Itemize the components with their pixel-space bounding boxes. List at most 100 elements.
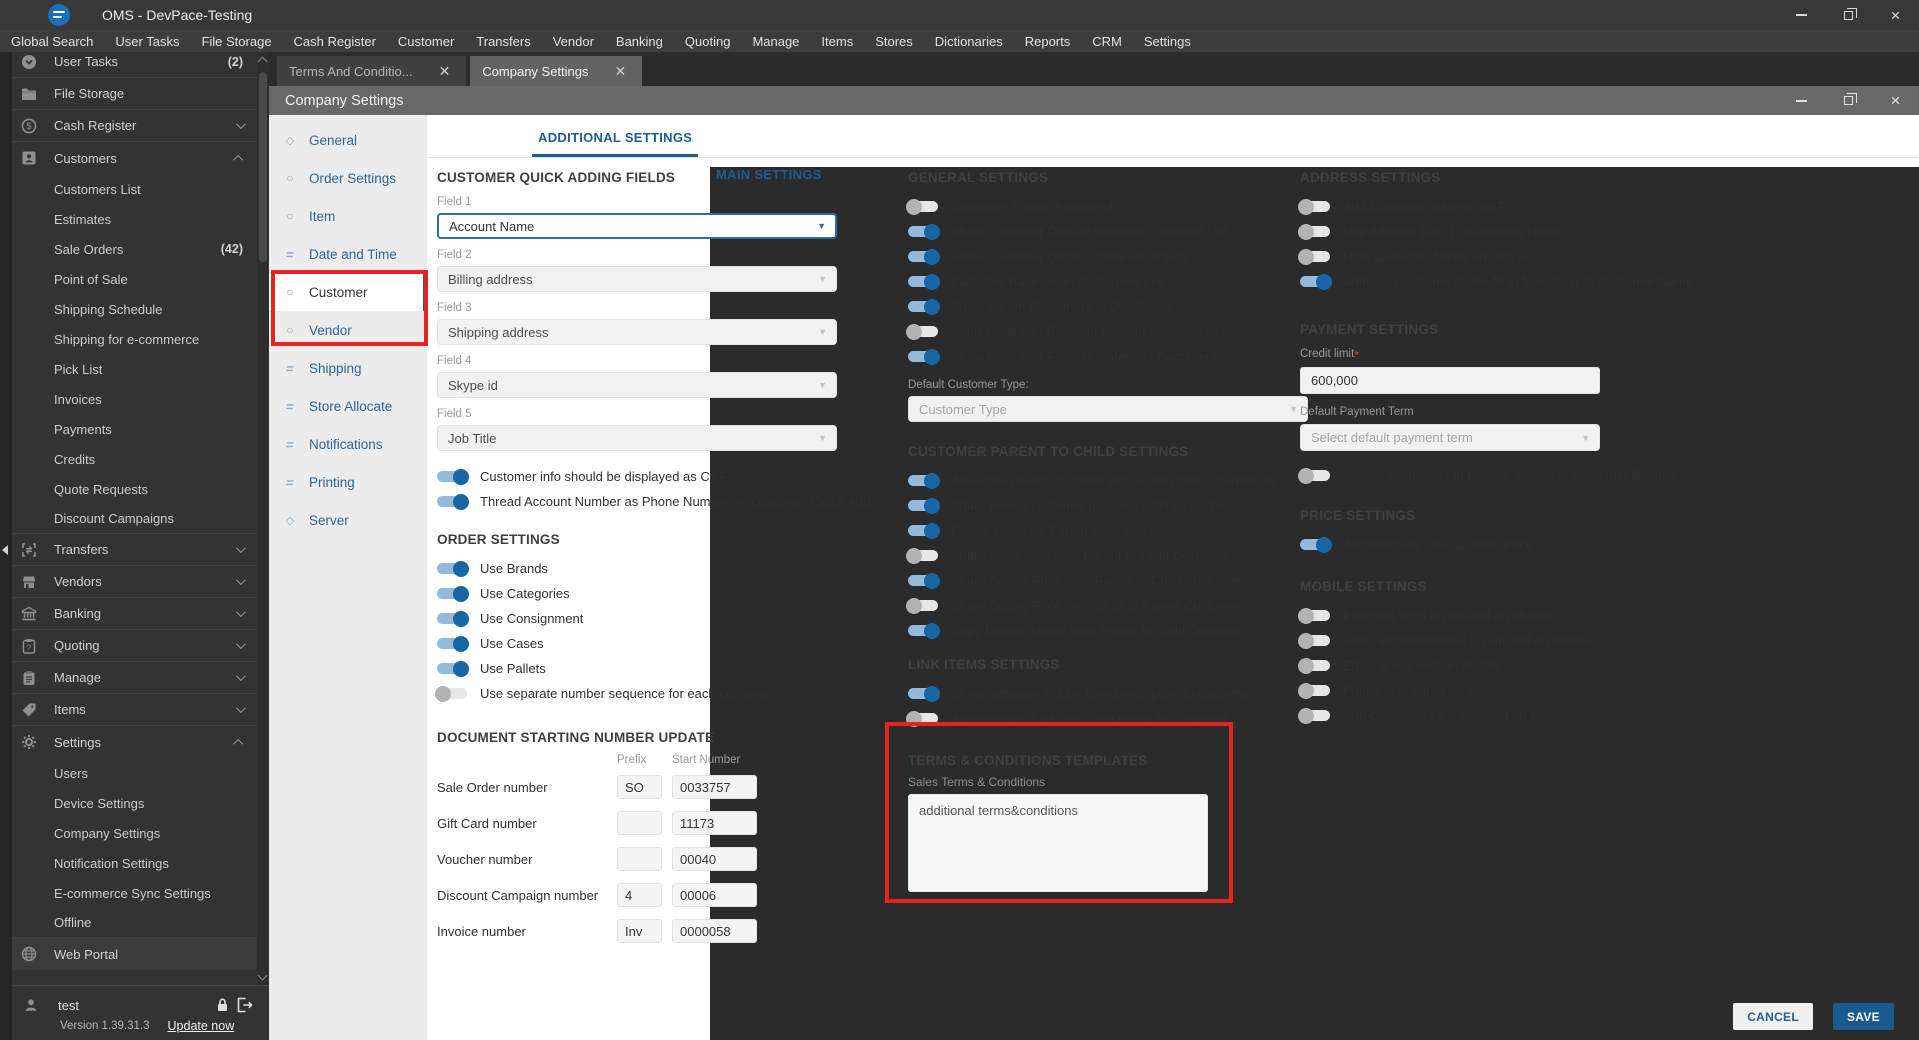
thread-account-number-toggle[interactable]	[437, 493, 469, 510]
sidebar-item-credits[interactable]: Credits	[12, 444, 257, 474]
update-now-link[interactable]: Update now	[168, 1019, 235, 1033]
menu-banking[interactable]: Banking	[605, 34, 674, 49]
tab-terms-and-conditions[interactable]: Terms And Conditio... ✕	[277, 56, 467, 86]
inner-minimize-button[interactable]	[1778, 86, 1825, 115]
sidebar-item-shipping-ecommerce[interactable]: Shipping for e-commerce	[12, 324, 257, 354]
menu-customer[interactable]: Customer	[387, 34, 465, 49]
menu-dictionaries[interactable]: Dictionaries	[924, 34, 1014, 49]
scrollbar-thumb[interactable]	[259, 72, 267, 262]
voucher-prefix-input[interactable]	[617, 847, 662, 871]
close-button[interactable]: ×	[1872, 0, 1919, 30]
field1-dropdown[interactable]: Account Name	[437, 213, 837, 239]
close-tab-icon[interactable]: ✕	[611, 63, 631, 80]
sidebar-item-web-portal[interactable]: Web Portal	[12, 938, 257, 970]
sidebar-item-transfers[interactable]: Transfers	[12, 534, 257, 566]
payment-term-mobile-toggle[interactable]	[1298, 607, 1330, 624]
sidebar-item-users[interactable]: Users	[12, 758, 257, 788]
menu-cash-register[interactable]: Cash Register	[283, 34, 387, 49]
sidebar-item-estimates[interactable]: Estimates	[12, 204, 257, 234]
sidebar-item-company-settings[interactable]: Company Settings	[12, 818, 257, 848]
lock-icon[interactable]	[211, 997, 233, 1013]
settings-nav-vendor[interactable]: ○ Vendor	[269, 311, 427, 349]
voucher-start-input[interactable]	[672, 847, 757, 871]
use-consignment-toggle[interactable]	[437, 610, 469, 627]
sidebar-item-items[interactable]: Items	[12, 694, 257, 726]
use-cases-toggle[interactable]	[437, 635, 469, 652]
email-mobile-toggle[interactable]	[1298, 657, 1330, 674]
sidebar-item-invoices[interactable]: Invoices	[12, 384, 257, 414]
credit-limit-input[interactable]	[1300, 367, 1600, 394]
menu-global-search[interactable]: Global Search	[0, 34, 104, 49]
menu-reports[interactable]: Reports	[1014, 34, 1082, 49]
scroll-down-icon[interactable]	[257, 970, 268, 981]
settings-nav-store-allocate[interactable]: = Store Allocate	[269, 387, 427, 425]
share-payment-settings-toggle[interactable]	[908, 497, 940, 514]
menu-transfers[interactable]: Transfers	[465, 34, 541, 49]
auto-link-description-toggle[interactable]	[906, 710, 938, 727]
sidebar-item-payments[interactable]: Payments	[12, 414, 257, 444]
use-pallets-toggle[interactable]	[437, 660, 469, 677]
sidebar-item-vendors[interactable]: Vendors	[12, 566, 257, 598]
address-line1-name-toggle[interactable]	[1298, 223, 1330, 240]
settings-nav-date-and-time[interactable]: = Date and Time	[269, 235, 427, 273]
sidebar-item-cash-register[interactable]: $ Cash Register	[12, 110, 257, 142]
payment-receipt-email-toggle[interactable]	[906, 323, 938, 340]
copy-display-name-toggle[interactable]	[908, 622, 940, 639]
sidebar-item-sale-orders[interactable]: Sale Orders (42)	[12, 234, 257, 264]
scroll-up-icon[interactable]	[257, 56, 268, 67]
sidebar-item-notification-settings[interactable]: Notification Settings	[12, 848, 257, 878]
share-selling-price-child-toggle[interactable]	[906, 597, 938, 614]
sales-rep-mobile-toggle[interactable]	[1298, 632, 1330, 649]
address-name-fill-toggle[interactable]	[1300, 273, 1332, 290]
hide-customer-name-toggle[interactable]	[1298, 248, 1330, 265]
settings-nav-notifications[interactable]: = Notifications	[269, 425, 427, 463]
cancel-button[interactable]: CANCEL	[1733, 1003, 1813, 1030]
create-order-parent-toggle[interactable]	[908, 522, 940, 539]
restore-button[interactable]	[1825, 0, 1872, 30]
display-name-orders-toggle[interactable]	[908, 248, 940, 265]
tab-company-settings[interactable]: Company Settings ✕	[470, 56, 643, 86]
sidebar-item-customers-list[interactable]: Customers List	[12, 174, 257, 204]
menu-vendor[interactable]: Vendor	[542, 34, 605, 49]
sub-customer-mobile-toggle[interactable]	[1298, 707, 1330, 724]
sales-terms-textarea[interactable]: additional terms&conditions	[908, 794, 1208, 892]
settings-nav-general[interactable]: ◇ General	[269, 121, 427, 159]
sidebar-item-quoting[interactable]: ? Quoting	[12, 630, 257, 662]
customer-po-statement-toggle[interactable]	[908, 348, 940, 365]
sale-order-start-input[interactable]	[672, 775, 757, 799]
menu-user-tasks[interactable]: User Tasks	[104, 34, 190, 49]
gift-card-prefix-input[interactable]	[617, 811, 662, 835]
collapse-sidebar-icon[interactable]	[2, 545, 8, 555]
discount-campaign-prefix-input[interactable]	[617, 883, 662, 907]
settings-nav-item[interactable]: ○ Item	[269, 197, 427, 235]
invoice-start-input[interactable]	[672, 919, 757, 943]
sidebar-item-quote-requests[interactable]: Quote Requests	[12, 474, 257, 504]
settings-nav-server[interactable]: ◇ Server	[269, 501, 427, 539]
sidebar-item-customers[interactable]: Customers	[12, 142, 257, 174]
parent-customers-dropdown-toggle[interactable]	[908, 298, 940, 315]
sidebar-item-pick-list[interactable]: Pick List	[12, 354, 257, 384]
display-name-customer-list-toggle[interactable]	[908, 223, 940, 240]
sidebar-item-banking[interactable]: Banking	[12, 598, 257, 630]
minimize-button[interactable]	[1778, 0, 1825, 30]
gift-card-start-input[interactable]	[672, 811, 757, 835]
settings-nav-shipping[interactable]: = Shipping	[269, 349, 427, 387]
include-proforma-toggle[interactable]	[1298, 467, 1330, 484]
tab-additional-settings[interactable]: ADDITIONAL SETTINGS	[532, 130, 699, 157]
settings-nav-customer[interactable]: ○ Customer	[269, 273, 427, 311]
menu-settings[interactable]: Settings	[1133, 34, 1202, 49]
sidebar-item-point-of-sale[interactable]: Point of Sale	[12, 264, 257, 294]
sidebar-scrollbar[interactable]	[257, 52, 269, 985]
menu-quoting[interactable]: Quoting	[674, 34, 742, 49]
address-on-po-toggle[interactable]	[1298, 198, 1330, 215]
phone-mobile-toggle[interactable]	[1298, 682, 1330, 699]
associate-parent-child-toggle[interactable]	[908, 472, 940, 489]
settings-nav-printing[interactable]: = Printing	[269, 463, 427, 501]
sidebar-item-discount-campaigns[interactable]: Discount Campaigns	[12, 504, 257, 534]
sidebar-item-file-storage[interactable]: File Storage	[12, 78, 257, 110]
use-brands-toggle[interactable]	[437, 560, 469, 577]
show-link-message-toggle[interactable]	[908, 685, 940, 702]
caps-toggle[interactable]	[437, 468, 469, 485]
menu-manage[interactable]: Manage	[741, 34, 810, 49]
menu-items[interactable]: Items	[810, 34, 864, 49]
